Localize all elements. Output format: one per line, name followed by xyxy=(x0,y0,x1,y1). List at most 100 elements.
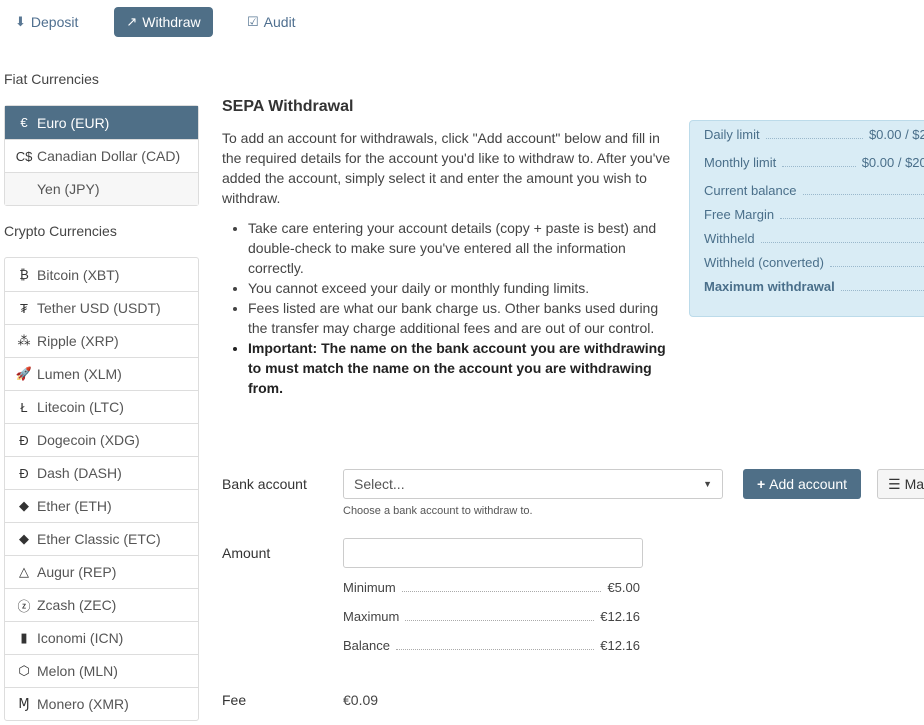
fee-label: Fee xyxy=(222,692,247,708)
sidebar-item-ltc[interactable]: Ł Litecoin (LTC) xyxy=(5,390,198,423)
sidebar-item-eur[interactable]: € Euro (EUR) xyxy=(5,106,198,139)
limit-label: Maximum withdrawal xyxy=(704,279,835,294)
sidebar-item-label: Augur (REP) xyxy=(37,564,117,580)
caret-down-icon: ▼ xyxy=(703,479,712,489)
tab-withdraw-label: Withdraw xyxy=(142,14,201,30)
limits-panel: Daily limit $0.00 / $25 Monthly limit $0.0… xyxy=(689,120,924,317)
limit-value: $0.00 / $200 xyxy=(861,155,924,170)
limit-row-balance: Current balance xyxy=(704,183,924,207)
bitcoin-icon: ₿ xyxy=(19,267,29,282)
list-item: Take care entering your account details … xyxy=(248,218,672,278)
amount-label: Amount xyxy=(222,545,271,561)
sidebar-item-label: Melon (MLN) xyxy=(37,663,118,679)
sidebar-item-label: Dogecoin (XDG) xyxy=(37,432,140,448)
fiat-currencies-title: Fiat Currencies xyxy=(4,71,99,87)
manage-label: Ma xyxy=(904,476,924,492)
sidebar-item-jpy[interactable]: Yen (JPY) xyxy=(5,172,198,205)
sidebar-item-label: Tether USD (USDT) xyxy=(37,300,161,316)
dash-icon: Đ xyxy=(19,465,29,481)
limit-label: Monthly limit xyxy=(704,155,777,170)
instruction-list: Take care entering your account details … xyxy=(222,218,672,398)
tab-withdraw[interactable]: ↗ Withdraw xyxy=(114,7,213,37)
amount-row-label: Balance xyxy=(343,638,390,653)
limit-row-max-withdrawal: Maximum withdrawal xyxy=(704,279,924,303)
limit-label: Withheld (converted) xyxy=(704,255,824,270)
amount-row-label: Minimum xyxy=(343,580,396,595)
sidebar-item-label: Ether Classic (ETC) xyxy=(37,531,161,547)
amount-row-value: €12.16 xyxy=(600,609,640,624)
sidebar-item-etc[interactable]: ◆ Ether Classic (ETC) xyxy=(5,522,198,555)
ether-icon: ◆ xyxy=(19,498,29,513)
sidebar-item-xdg[interactable]: Đ Dogecoin (XDG) xyxy=(5,423,198,456)
sidebar-item-usdt[interactable]: ₮ Tether USD (USDT) xyxy=(5,291,198,324)
sidebar-item-label: Bitcoin (XBT) xyxy=(37,266,120,283)
iconomi-icon: ▮ xyxy=(20,630,28,645)
limit-row-withheld: Withheld xyxy=(704,231,924,255)
ripple-icon: ⁂ xyxy=(17,333,31,348)
crypto-currency-list: ₿ Bitcoin (XBT) ₮ Tether USD (USDT) ⁂ Rippl… xyxy=(4,257,199,721)
litecoin-icon: Ł xyxy=(20,399,28,415)
sidebar-item-eth[interactable]: ◆ Ether (ETH) xyxy=(5,489,198,522)
amount-maximum-row: Maximum €12.16 xyxy=(343,609,640,624)
augur-icon: △ xyxy=(19,564,29,579)
sidebar-item-cad[interactable]: C$ Canadian Dollar (CAD) xyxy=(5,139,198,172)
fiat-currency-list: € Euro (EUR) C$ Canadian Dollar (CAD) Ye… xyxy=(4,105,199,206)
important-notice: Important: The name on the bank account … xyxy=(248,338,672,398)
page-title: SEPA Withdrawal xyxy=(222,98,354,115)
list-icon: ☰ xyxy=(888,475,901,492)
withdrawal-instructions: SEPA Withdrawal To add an account for wi… xyxy=(222,98,672,398)
external-link-icon: ↗ xyxy=(126,14,138,29)
ether-classic-icon: ◆ xyxy=(19,531,29,546)
select-placeholder: Select... xyxy=(354,476,405,492)
sidebar-item-label: Ether (ETH) xyxy=(37,498,112,514)
manage-accounts-button[interactable]: ☰ Ma xyxy=(877,469,924,499)
sidebar-item-xlm[interactable]: 🚀 Lumen (XLM) xyxy=(5,357,198,390)
top-tabs: ⬇ Deposit ↗ Withdraw ☑ Audit xyxy=(0,0,924,44)
rocket-icon: 🚀 xyxy=(15,366,33,381)
amount-minimum-row: Minimum €5.00 xyxy=(343,580,640,595)
tab-deposit[interactable]: ⬇ Deposit xyxy=(15,7,78,37)
dogecoin-icon: Đ xyxy=(19,432,29,448)
amount-balance-row: Balance €12.16 xyxy=(343,638,640,653)
limit-value: $0.00 / $25 xyxy=(868,127,924,142)
plus-icon: + xyxy=(756,476,766,492)
bank-account-select[interactable]: Select... ▼ xyxy=(343,469,723,499)
sidebar-item-label: Zcash (ZEC) xyxy=(37,597,117,613)
sidebar-item-xbt[interactable]: ₿ Bitcoin (XBT) xyxy=(5,258,198,291)
tab-deposit-label: Deposit xyxy=(30,14,79,30)
sidebar-item-xmr[interactable]: Ɱ Monero (XMR) xyxy=(5,687,198,720)
sidebar-item-label: Ripple (XRP) xyxy=(37,333,119,349)
sidebar-item-zec[interactable]: ⓩ Zcash (ZEC) xyxy=(5,588,198,621)
limit-label: Daily limit xyxy=(704,127,760,142)
tab-audit[interactable]: ☑ Audit xyxy=(247,7,296,37)
monero-icon: Ɱ xyxy=(18,696,30,711)
limit-row-free-margin: Free Margin xyxy=(704,207,924,231)
amount-input[interactable] xyxy=(343,538,643,568)
bank-account-label: Bank account xyxy=(222,476,307,492)
limit-row-withheld-converted: Withheld (converted) xyxy=(704,255,924,279)
add-account-button[interactable]: + Add account xyxy=(743,469,861,499)
sidebar-item-label: Canadian Dollar (CAD) xyxy=(37,148,181,164)
sidebar-item-xrp[interactable]: ⁂ Ripple (XRP) xyxy=(5,324,198,357)
sidebar-item-dash[interactable]: Đ Dash (DASH) xyxy=(5,456,198,489)
limit-row-daily: Daily limit $0.00 / $25 xyxy=(704,127,924,155)
sidebar-item-label: Euro (EUR) xyxy=(37,114,110,131)
limit-row-monthly: Monthly limit $0.00 / $200 xyxy=(704,155,924,183)
list-item: Fees listed are what our bank charge us.… xyxy=(248,298,672,338)
cad-icon: C$ xyxy=(15,148,33,164)
sidebar-item-label: Monero (XMR) xyxy=(37,696,129,712)
sidebar-item-icn[interactable]: ▮ Iconomi (ICN) xyxy=(5,621,198,654)
list-item: You cannot exceed your daily or monthly … xyxy=(248,278,672,298)
sidebar-item-label: Litecoin (LTC) xyxy=(37,399,124,415)
crypto-currencies-title: Crypto Currencies xyxy=(4,223,117,239)
sidebar-item-mln[interactable]: ⬡ Melon (MLN) xyxy=(5,654,198,687)
sidebar-item-label: Iconomi (ICN) xyxy=(37,630,124,646)
amount-row-value: €12.16 xyxy=(600,638,640,653)
sidebar-item-rep[interactable]: △ Augur (REP) xyxy=(5,555,198,588)
intro-text: To add an account for withdrawals, click… xyxy=(222,130,671,206)
amount-row-value: €5.00 xyxy=(607,580,640,595)
limit-label: Current balance xyxy=(704,183,797,198)
download-icon: ⬇ xyxy=(15,14,26,29)
bank-account-help: Choose a bank account to withdraw to. xyxy=(343,505,533,517)
sidebar-item-label: Lumen (XLM) xyxy=(37,366,122,382)
